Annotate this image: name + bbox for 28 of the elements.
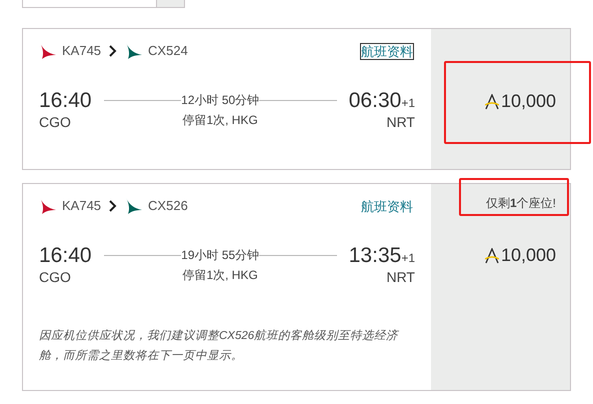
miles-price: 10,000: [500, 90, 556, 113]
flight-number: KA745: [62, 197, 102, 216]
arrival-airport: NRT: [386, 113, 415, 131]
chevron-right-icon: [109, 200, 118, 212]
field-button[interactable]: [157, 0, 185, 8]
stops-info: 停留1次, HKG: [182, 267, 258, 284]
flight-number: KA745: [62, 42, 102, 60]
departure-airport: CGO: [39, 268, 72, 286]
arrival-airport: NRT: [386, 268, 415, 286]
day-offset: +1: [401, 250, 415, 267]
miles-price: 10,000: [500, 244, 556, 267]
flight-number: CX526: [148, 197, 188, 216]
flight-details-link[interactable]: 航班资料: [361, 44, 413, 58]
miles-icon: [484, 248, 499, 264]
arrival-time: 06:30: [348, 89, 402, 113]
arrival-time: 13:35: [348, 244, 402, 268]
departure-time: 16:40: [39, 244, 92, 268]
departure-airport: CGO: [39, 113, 72, 131]
flight-details-link[interactable]: 航班资料: [361, 198, 413, 214]
miles-icon: [484, 94, 499, 110]
cabin-notice: 因应机位供应状况，我们建议调整CX526航班的客舱级别至特选经济舱，而所需之里数将在下一页中显示。: [39, 328, 400, 364]
input-field[interactable]: [22, 0, 157, 8]
flight-number: CX524: [148, 42, 188, 60]
departure-time: 16:40: [39, 89, 92, 113]
seats-left-notice: 仅剩1个座位!: [486, 195, 556, 212]
stops-info: 停留1次, HKG: [182, 112, 258, 129]
day-offset: +1: [401, 95, 415, 112]
chevron-right-icon: [109, 45, 118, 57]
